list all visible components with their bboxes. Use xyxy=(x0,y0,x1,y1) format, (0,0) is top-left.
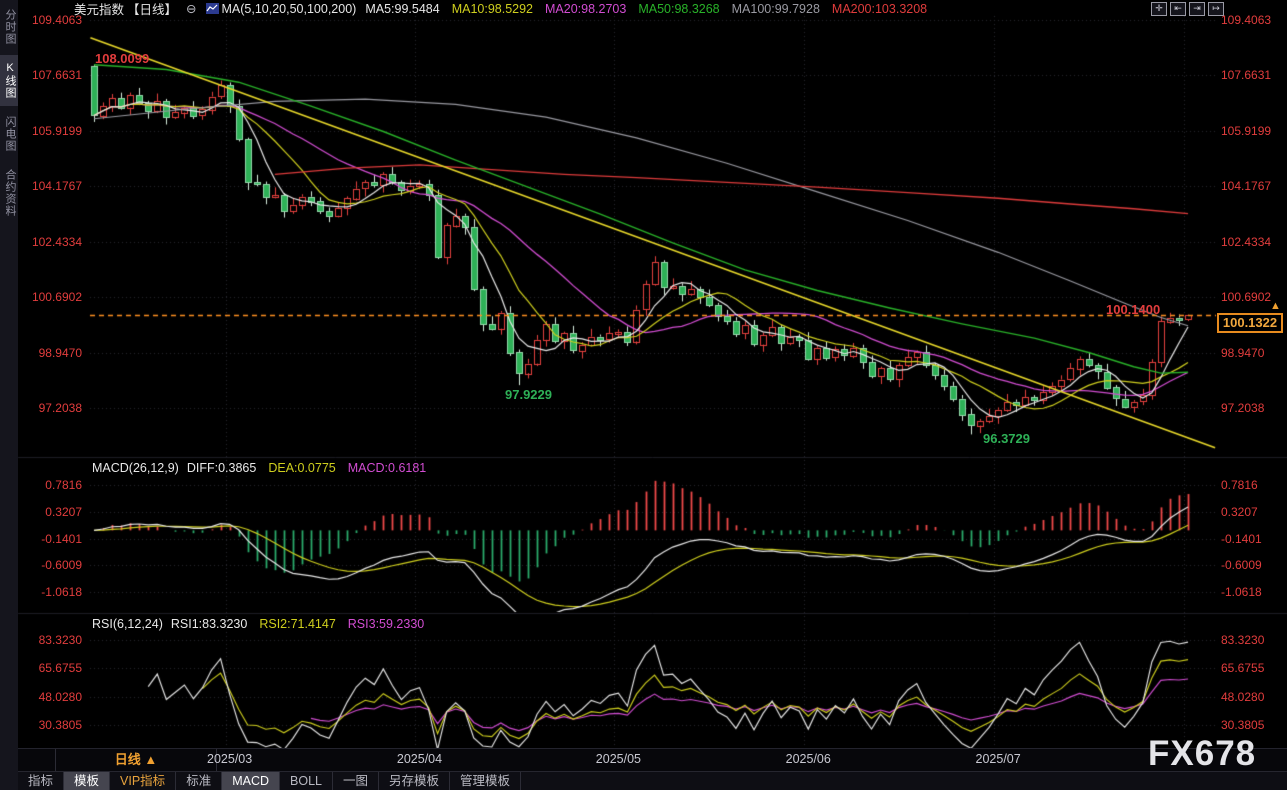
price-axis-label-left-7: 97.2038 xyxy=(14,401,82,415)
macd-axis-label-right-2: -0.1401 xyxy=(1221,532,1287,546)
layout-grid-icon[interactable]: ✛ xyxy=(1151,2,1167,16)
top-right-tools: ✛⇤⇥↦ xyxy=(1151,2,1224,16)
date-label-2025/06: 2025/06 xyxy=(776,752,840,766)
rsi3-value: RSI3:59.2330 xyxy=(348,617,424,631)
toolbar-button-1[interactable]: 模板 xyxy=(64,772,110,790)
price-axis-label-left-5: 100.6902 xyxy=(14,290,82,304)
rsi-axis-label-left-3: 30.3805 xyxy=(14,718,82,732)
pan-right-icon[interactable]: ⇥ xyxy=(1189,2,1205,16)
rsi2-value: RSI2:71.4147 xyxy=(259,617,335,631)
date-label-2025/04: 2025/04 xyxy=(387,752,451,766)
sidebar-item-1[interactable]: K线图 xyxy=(0,55,18,106)
symbol-title: 美元指数 xyxy=(74,0,124,18)
ma-values: MA5:99.5484 MA10:98.5292 MA20:98.2703 MA50:… xyxy=(365,2,927,16)
toolbar-button-5[interactable]: BOLL xyxy=(280,772,333,790)
macd-axis-label-left-3: -0.6009 xyxy=(14,558,82,572)
collapse-panel-icon[interactable]: ↦ xyxy=(1208,2,1224,16)
pan-left-icon[interactable]: ⇤ xyxy=(1170,2,1186,16)
period-selector-button[interactable]: 日线 ▲ xyxy=(55,749,217,771)
header-ma-value-1: MA10:98.5292 xyxy=(452,2,533,16)
rsi-axis-label-left-2: 48.0280 xyxy=(14,690,82,704)
header-ma-value-5: MA200:103.3208 xyxy=(832,2,927,16)
period-tag: 【日线】 xyxy=(127,0,177,18)
toolbar-button-8[interactable]: 管理模板 xyxy=(450,772,521,790)
rsi-axis-label-right-3: 30.3805 xyxy=(1221,718,1287,732)
scroll-to-latest-icon[interactable]: ▲ xyxy=(1270,300,1281,312)
header-ma-value-4: MA100:99.7928 xyxy=(732,2,820,16)
ma-group-label: MA(5,10,20,50,100,200) xyxy=(222,2,357,16)
chart-header: 美元指数 【日线】 ⊖ MA(5,10,20,50,100,200) MA5:9… xyxy=(74,1,927,16)
price-axis-label-left-4: 102.4334 xyxy=(14,235,82,249)
price-axis-label-right-7: 97.2038 xyxy=(1221,401,1287,415)
price-axis-label-left-1: 107.6631 xyxy=(14,68,82,82)
rsi-axis-label-right-0: 83.3230 xyxy=(1221,633,1287,647)
date-label-2025/07: 2025/07 xyxy=(966,752,1030,766)
annotation-july-low: 96.3729 xyxy=(983,431,1030,446)
toolbar-button-0[interactable]: 指标 xyxy=(18,772,64,790)
rsi1-value: RSI1:83.3230 xyxy=(171,617,247,631)
header-ma-value-2: MA20:98.2703 xyxy=(545,2,626,16)
price-axis-label-right-6: 98.9470 xyxy=(1221,346,1287,360)
candlestick-chart[interactable] xyxy=(0,0,1287,790)
toolbar-button-2[interactable]: VIP指标 xyxy=(110,772,176,790)
toolbar-button-6[interactable]: 一图 xyxy=(333,772,379,790)
price-axis-label-left-3: 104.1767 xyxy=(14,179,82,193)
toolbar-button-7[interactable]: 另存模板 xyxy=(379,772,450,790)
price-axis-label-right-4: 102.4334 xyxy=(1221,235,1287,249)
bottom-toolbar: 指标模板VIP指标标准MACDBOLL一图另存模板管理模板 xyxy=(18,771,1287,790)
sidebar: 分时图 K线图闪电图合约资料 xyxy=(0,0,18,790)
collapse-icon[interactable]: ⊖ xyxy=(186,1,196,16)
annotation-april-low: 97.9229 xyxy=(505,387,552,402)
time-axis-bar: 日线 ▲ 2025/03 2025/04 2025/05 2025/06 2025/07 xyxy=(18,748,1287,772)
macd-title: MACD(26,12,9) xyxy=(92,461,179,475)
header-ma-value-0: MA5:99.5484 xyxy=(365,2,439,16)
price-axis-label-right-0: 109.4063 xyxy=(1221,13,1287,27)
macd-axis-label-left-4: -1.0618 xyxy=(14,585,82,599)
price-axis-label-left-6: 98.9470 xyxy=(14,346,82,360)
mini-chart-icon xyxy=(206,3,219,14)
toolbar-button-3[interactable]: 标准 xyxy=(176,772,222,790)
rsi-axis-label-left-1: 65.6755 xyxy=(14,661,82,675)
toolbar-button-4[interactable]: MACD xyxy=(222,772,280,790)
sidebar-item-3[interactable]: 合约资料 xyxy=(0,162,18,224)
rsi-title: RSI(6,12,24) xyxy=(92,617,163,631)
macd-axis-label-left-0: 0.7816 xyxy=(14,478,82,492)
last-price-tag: 100.1322 xyxy=(1217,313,1283,333)
macd-axis-label-right-1: 0.3207 xyxy=(1221,505,1287,519)
macd-diff-value: DIFF:0.3865 xyxy=(187,461,256,475)
watermark: FX678 xyxy=(1148,734,1256,774)
date-label-2025/05: 2025/05 xyxy=(586,752,650,766)
macd-axis-label-left-2: -0.1401 xyxy=(14,532,82,546)
price-axis-label-right-3: 104.1767 xyxy=(1221,179,1287,193)
macd-dea-value: DEA:0.0775 xyxy=(268,461,335,475)
price-axis-label-left-0: 109.4063 xyxy=(14,13,82,27)
sidebar-item-0[interactable]: 分时图 xyxy=(0,2,18,52)
price-axis-label-right-2: 105.9199 xyxy=(1221,124,1287,138)
rsi-axis-label-right-1: 65.6755 xyxy=(1221,661,1287,675)
macd-axis-label-right-3: -0.6009 xyxy=(1221,558,1287,572)
rsi-axis-label-right-2: 48.0280 xyxy=(1221,690,1287,704)
rsi-axis-label-left-0: 83.3230 xyxy=(14,633,82,647)
price-axis-label-right-1: 107.6631 xyxy=(1221,68,1287,82)
macd-axis-label-right-4: -1.0618 xyxy=(1221,585,1287,599)
macd-macd-value: MACD:0.6181 xyxy=(348,461,427,475)
chart-app: 分时图 K线图闪电图合约资料 美元指数 【日线】 ⊖ MA(5,10,20,50,… xyxy=(0,0,1287,790)
macd-axis-label-left-1: 0.3207 xyxy=(14,505,82,519)
annotation-period-high: 108.0099 xyxy=(95,51,149,66)
price-axis-label-left-2: 105.9199 xyxy=(14,124,82,138)
rsi-header: RSI(6,12,24) RSI1:83.3230 RSI2:71.4147 R… xyxy=(92,617,424,631)
macd-axis-label-right-0: 0.7816 xyxy=(1221,478,1287,492)
macd-header: MACD(26,12,9) DIFF:0.3865 DEA:0.0775 MAC… xyxy=(92,461,426,475)
sidebar-item-2[interactable]: 闪电图 xyxy=(0,109,18,159)
date-label-2025/03: 2025/03 xyxy=(198,752,262,766)
annotation-recent-high: 100.1400 xyxy=(1106,302,1160,317)
header-ma-value-3: MA50:98.3268 xyxy=(638,2,719,16)
